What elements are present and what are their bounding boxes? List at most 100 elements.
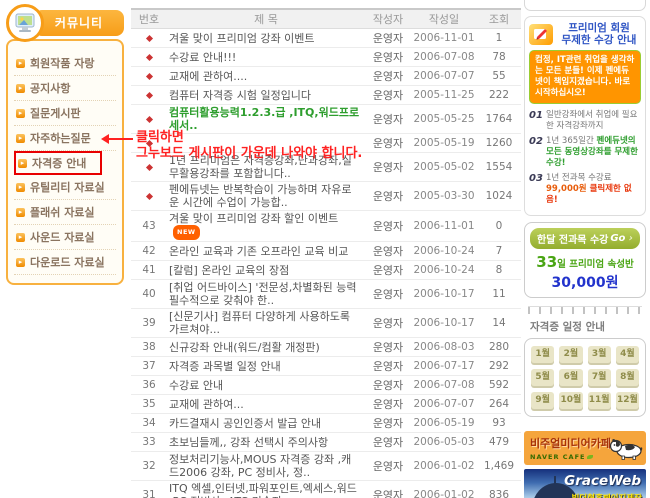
month-button[interactable]: 1월 [531, 346, 555, 363]
table-row: 겨울 맞이 프리미엄 강좌 이벤트 운영자 2006-11-01 1 [131, 29, 521, 48]
post-title-link[interactable]: 컴퓨터 자격증 시험 일정입니다 [167, 89, 365, 102]
sidebar-item[interactable]: ▸ 유틸리티 자료실 [14, 175, 116, 200]
sidebar-item[interactable]: ▸ 플래쉬 자료실 [14, 200, 116, 225]
post-title-link[interactable]: 교재에 관하여.... [167, 70, 365, 83]
post-date: 2005-03-30 [413, 189, 475, 202]
post-title-link[interactable]: 수강료 안내 [167, 379, 365, 392]
post-title-link[interactable]: [신문기사] 컴퓨터 다양하게 사용하도록 가르쳐야... [167, 310, 365, 336]
premium-speech-box: 컴정, IT관련 취업을 생각하는 모든 분들! 이제 펜에듀넷이 책임지겠습니… [529, 50, 641, 104]
month-button[interactable]: 4월 [615, 346, 639, 363]
month-button[interactable]: 9월 [531, 392, 555, 409]
month-button[interactable]: 8월 [615, 369, 639, 386]
post-title-link[interactable]: [취업 어드바이스] '전문성,차별화된 능력 필수적으로 갖춰야 한.. [167, 281, 365, 307]
post-title-link[interactable]: 초보님들께,, 강좌 선택시 주의사항 [167, 436, 365, 449]
post-date: 2006-07-08 [413, 378, 475, 391]
table-row: 40 [취업 어드바이스] '전문성,차별화된 능력 필수적으로 갖춰야 한.. 운… [131, 280, 521, 309]
post-author: 운영자 [372, 316, 404, 330]
table-row: 펜에듀넷는 반복학습이 가능하며 자유로운 시간에 수업이 가능합.. 운영자 20… [131, 182, 521, 211]
row-number: 31 [142, 488, 156, 498]
premium-benefit-item: 01 일반강좌에서 취업에 필요한 자격강좌까지 [529, 110, 641, 132]
table-row: 수강료 안내!!! 운영자 2006-07-08 78 [131, 48, 521, 67]
sidebar-header: 커뮤니티 [6, 4, 124, 44]
month-button[interactable]: 5월 [531, 369, 555, 386]
arrow-bullet-icon: ▸ [16, 133, 25, 143]
cutoff-box-bottom [524, 0, 646, 11]
table-row: 컴퓨터활용능력1.2.3.급 ,ITQ,워드프로세서.. 운영자 2005-05-2… [131, 105, 521, 134]
post-title-link[interactable]: 수강료 안내!!! [167, 51, 365, 64]
table-row: 교재에 관하여.... 운영자 2006-07-07 55 [131, 67, 521, 86]
post-date: 2006-11-01 [413, 31, 475, 44]
post-title-link[interactable]: 교재에 관하여... [167, 398, 365, 411]
row-number: 38 [142, 340, 156, 353]
post-date: 2006-08-03 [413, 340, 475, 353]
month-button[interactable]: 12월 [615, 392, 639, 409]
row-number [131, 32, 167, 45]
new-badge: NEW [173, 225, 200, 240]
post-views: 0 [495, 219, 503, 232]
month-button[interactable]: 7월 [587, 369, 611, 386]
sidebar-item[interactable]: ▸ 사운드 자료실 [14, 225, 116, 250]
graceweb-subtitle: 빌더형홈페이지제작 [572, 492, 642, 498]
premium-benefit-list: 01 일반강좌에서 취업에 필요한 자격강좌까지 02 1년 365일간 펜에듀넷의 … [529, 110, 641, 206]
column-header: 제 목 [254, 13, 278, 26]
post-title-link[interactable]: 정보처리기능사,MOUS 자격증 강좌 ,캐드2006 강좌, PC 정비사, … [167, 453, 365, 479]
post-author: 운영자 [372, 340, 404, 354]
post-author: 운영자 [372, 263, 404, 277]
post-title-link[interactable]: 겨울 맞이 프리미엄 강좌 이벤트 [167, 32, 365, 45]
post-date: 2005-11-25 [413, 88, 475, 101]
post-title-link[interactable]: 카드결재시 공인인증서 발급 안내 [167, 417, 365, 430]
post-title-link[interactable]: 겨울 맞이 프리미엄 강좌 할인 이벤트NEW [167, 212, 365, 240]
sidebar-item[interactable]: ▸ 회원작품 자랑 [14, 51, 116, 76]
chevron-right-icon: › [628, 233, 633, 244]
post-views: 78 [492, 50, 506, 63]
table-row: 38 신규강좌 안내(워드/컴활 개정판) 운영자 2006-08-03 280 [131, 338, 521, 357]
post-date: 2006-07-07 [413, 69, 475, 82]
row-number [131, 70, 167, 83]
sidebar-item[interactable]: ▸ 자주하는질문 [14, 126, 116, 151]
month-pass-go-button[interactable]: 한달 전과목 수강 Go › [530, 228, 640, 249]
naver-cafe-banner[interactable]: 비주얼미디어카페 NAVER CAFE [524, 431, 646, 465]
graceweb-banner[interactable]: GraceWeb 빌더형홈페이지제작 [524, 469, 646, 498]
premium-banner[interactable]: 프리미엄 회원 무제한 수강 안내 컴정, IT관련 취업을 생각하는 모든 분… [524, 16, 646, 216]
post-author: 운영자 [372, 69, 404, 83]
benefit-text: 일반강좌에서 취업에 필요한 자격강좌까지 [546, 110, 638, 131]
table-row: 31 ITQ 엑셀,인터넷,파워포인트,엑세스,워드 ,PC 정비사, ATC 기… [131, 481, 521, 498]
benefit-text: 99,000원 [546, 184, 587, 194]
post-title-link[interactable]: [칼럼] 온라인 교육의 장점 [167, 264, 365, 277]
post-author: 운영자 [372, 397, 404, 411]
post-title-link[interactable]: ITQ 엑셀,인터넷,파워포인트,엑세스,워드 ,PC 정비사, ATC 기술자… [167, 482, 365, 498]
sidebar-item-label: 공지사항 [30, 82, 71, 95]
month-button[interactable]: 10월 [559, 392, 583, 409]
notice-icon [145, 34, 153, 42]
sidebar-item[interactable]: ▸ 공지사항 [14, 76, 116, 101]
post-title-link[interactable]: 컴퓨터활용능력1.2.3.급 ,ITQ,워드프로세서.. [167, 106, 365, 132]
post-date: 2005-05-02 [413, 160, 475, 173]
month-button[interactable]: 6월 [559, 369, 583, 386]
month-button[interactable]: 3월 [587, 346, 611, 363]
post-title-link[interactable]: 1년 프리미엄은 자격증강좌,단과강좌,실무활용강좌를 포함합니다.. [167, 154, 365, 180]
sidebar-item[interactable]: ▸ 다운로드 자료실 [14, 250, 116, 275]
post-author: 운영자 [372, 378, 404, 392]
month-button[interactable]: 11월 [587, 392, 611, 409]
post-title-link[interactable]: 신규강좌 안내(워드/컴활 개정판) [167, 341, 365, 354]
post-views: 280 [488, 340, 510, 353]
sidebar-item[interactable]: ▸ 질문게시판 [14, 101, 116, 126]
post-title-link[interactable]: 펜에듀넷는 반복학습이 가능하며 자유로운 시간에 수업이 가능합.. [167, 183, 365, 209]
arrow-bullet-icon: ▸ [16, 83, 25, 93]
sidebar-item-highlighted[interactable]: ▸ 자격증 안내 [14, 151, 102, 175]
benefit-number: 03 [529, 173, 543, 184]
row-number [131, 113, 167, 126]
month-button[interactable]: 2월 [559, 346, 583, 363]
post-title-link[interactable]: 온라인 교육과 기존 오프라인 교육 비교 [167, 245, 365, 258]
premium-benefit-item: 02 1년 365일간 펜에듀넷의 모든 동영상강좌를 무제한 수강! [529, 136, 641, 169]
post-author: 운영자 [372, 416, 404, 430]
table-row: 35 교재에 관하여... 운영자 2006-07-07 264 [131, 395, 521, 414]
notice-icon [145, 139, 153, 147]
notice-icon [145, 53, 153, 61]
post-author: 운영자 [372, 459, 404, 473]
post-date: 2006-05-03 [413, 435, 475, 448]
post-views: 11 [492, 287, 506, 300]
table-row: 32 정보처리기능사,MOUS 자격증 강좌 ,캐드2006 강좌, PC 정비사… [131, 452, 521, 481]
notice-icon [145, 91, 153, 99]
post-title-link[interactable]: 자격증 과목별 일정 안내 [167, 360, 365, 373]
